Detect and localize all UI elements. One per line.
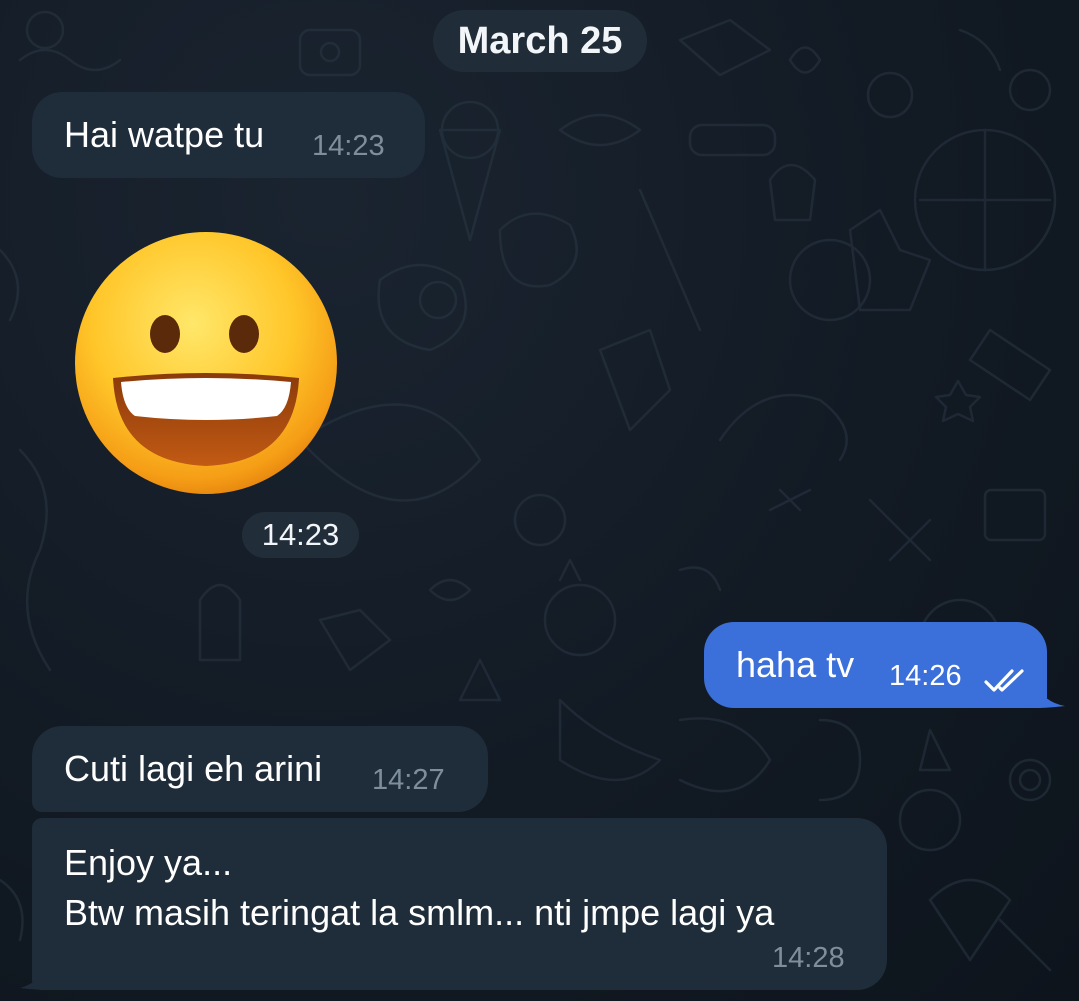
date-separator-label: March 25: [457, 19, 623, 62]
message-time: 14:23: [261, 517, 340, 552]
double-check-icon: [984, 669, 1024, 692]
bubble-tail: [20, 960, 48, 990]
chat-area: March 25 Hai watpe tu 14:23 14:23 haha t…: [0, 0, 1079, 1001]
message-text: Hai watpe tu: [64, 114, 265, 155]
grinning-face-with-big-eyes-icon: [75, 232, 337, 494]
emoji-message-time: 14:23: [242, 512, 359, 558]
message-text: haha tv: [736, 644, 855, 685]
message-bubble-incoming[interactable]: Hai watpe tu 14:23: [32, 92, 425, 178]
message-bubble-incoming[interactable]: Enjoy ya... Btw masih teringat la smlm..…: [32, 818, 887, 990]
message-bubble-incoming[interactable]: Cuti lagi eh arini 14:27: [32, 726, 488, 812]
message-time: 14:23: [312, 130, 385, 162]
emoji-message[interactable]: [73, 230, 339, 496]
message-time: 14:28: [772, 942, 845, 974]
message-time: 14:27: [372, 764, 445, 796]
message-text-line: Enjoy ya...: [64, 842, 233, 883]
message-text: Cuti lagi eh arini: [64, 748, 323, 789]
bubble-tail: [1037, 684, 1065, 708]
message-time: 14:26: [889, 660, 962, 692]
date-separator: March 25: [433, 10, 647, 72]
message-text-line: Btw masih teringat la smlm... nti jmpe l…: [64, 892, 775, 933]
